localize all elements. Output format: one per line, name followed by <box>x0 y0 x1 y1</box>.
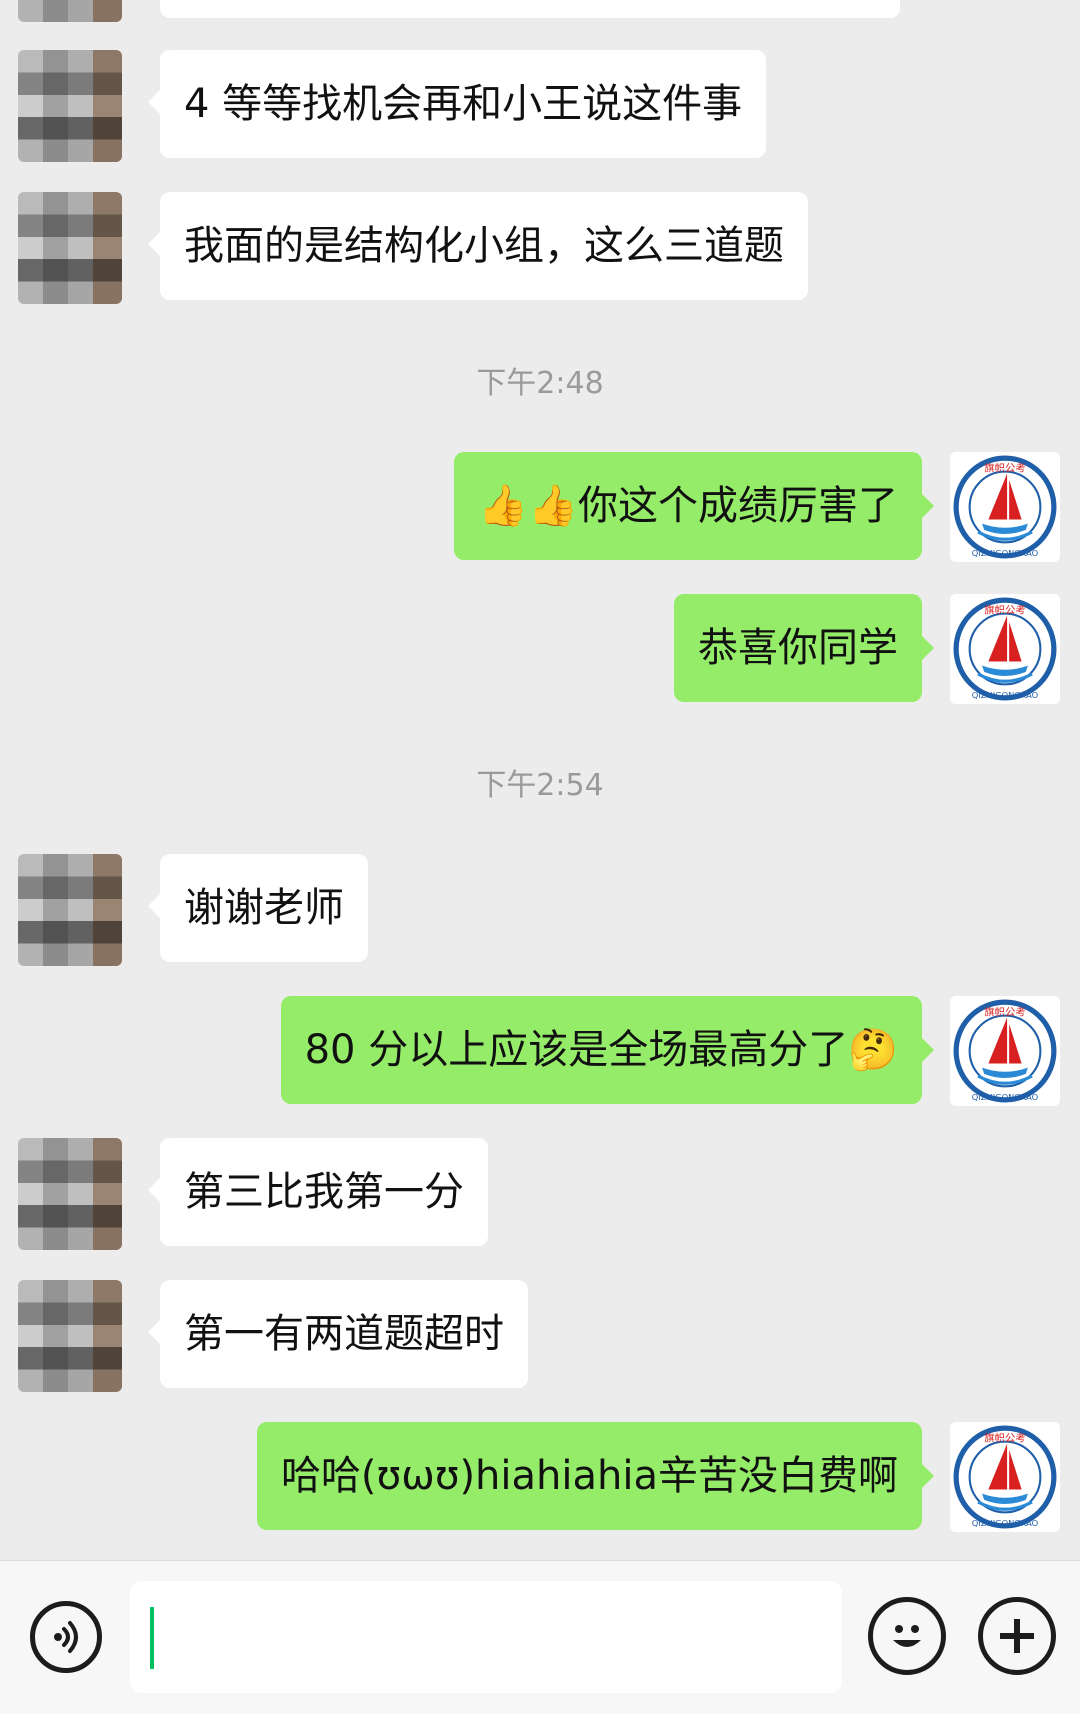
message-bubble <box>160 0 900 18</box>
self-avatar[interactable]: 旗帜公考 QIZHIGONGKAO <box>950 1422 1060 1532</box>
message-bubble[interactable]: 谢谢老师 <box>148 854 368 962</box>
contact-avatar[interactable] <box>18 192 122 304</box>
brand-logo: 旗帜公考 QIZHIGONGKAO <box>950 594 1060 704</box>
message-bubble[interactable]: 👍👍你这个成绩厉害了 <box>454 452 934 560</box>
voice-icon <box>54 1621 78 1653</box>
message-input[interactable] <box>130 1581 842 1693</box>
svg-text:QIZHIGONGKAO: QIZHIGONGKAO <box>972 1518 1039 1528</box>
logo-icon: 旗帜公考 QIZHIGONGKAO <box>953 455 1057 559</box>
message-bubble[interactable]: 恭喜你同学 <box>674 594 934 702</box>
brand-logo: 旗帜公考 QIZHIGONGKAO <box>950 996 1060 1106</box>
message-bubble[interactable]: 第三比我第一分 <box>148 1138 488 1246</box>
message-bubble[interactable]: 80 分以上应该是全场最高分了🤔 <box>280 996 935 1104</box>
self-avatar[interactable]: 旗帜公考 QIZHIGONGKAO <box>950 452 1060 562</box>
brand-logo: 旗帜公考 QIZHIGONGKAO <box>950 452 1060 562</box>
timestamp: 下午2:48 <box>476 366 604 401</box>
timestamp: 下午2:54 <box>476 768 604 803</box>
svg-text:旗帜公考: 旗帜公考 <box>984 462 1026 475</box>
contact-avatar[interactable] <box>18 50 122 162</box>
brand-logo: 旗帜公考 QIZHIGONGKAO <box>950 1422 1060 1532</box>
emoji-button[interactable] <box>868 1597 946 1675</box>
message-bubble[interactable]: 我面的是结构化小组，这么三道题 <box>148 192 808 300</box>
plus-icon <box>1000 1619 1034 1653</box>
chat-area: 4 等等找机会再和小王说这件事 我面的是结构化小组，这么三道题 下午2:48 👍… <box>0 0 1080 1560</box>
logo-icon: 旗帜公考 QIZHIGONGKAO <box>953 999 1057 1103</box>
logo-icon: 旗帜公考 QIZHIGONGKAO <box>953 597 1057 701</box>
message-bubble[interactable]: 第一有两道题超时 <box>148 1280 528 1388</box>
contact-avatar[interactable] <box>18 0 122 22</box>
voice-button[interactable] <box>30 1601 102 1673</box>
input-bar <box>0 1560 1080 1714</box>
svg-text:旗帜公考: 旗帜公考 <box>984 1432 1026 1445</box>
contact-avatar[interactable] <box>18 854 122 966</box>
self-avatar[interactable]: 旗帜公考 QIZHIGONGKAO <box>950 594 1060 704</box>
svg-text:QIZHIGONGKAO: QIZHIGONGKAO <box>972 690 1039 700</box>
svg-text:旗帜公考: 旗帜公考 <box>984 604 1026 617</box>
contact-avatar[interactable] <box>18 1138 122 1250</box>
emoji-icon <box>893 1625 921 1647</box>
svg-text:旗帜公考: 旗帜公考 <box>984 1006 1026 1019</box>
svg-text:QIZHIGONGKAO: QIZHIGONGKAO <box>972 1092 1039 1102</box>
svg-text:QIZHIGONGKAO: QIZHIGONGKAO <box>972 548 1039 558</box>
plus-button[interactable] <box>978 1597 1056 1675</box>
message-bubble[interactable]: 哈哈(ʊωʊ)hiahiahia辛苦没白费啊 <box>256 1422 935 1530</box>
message-bubble[interactable]: 4 等等找机会再和小王说这件事 <box>147 50 767 158</box>
contact-avatar[interactable] <box>18 1280 122 1392</box>
self-avatar[interactable]: 旗帜公考 QIZHIGONGKAO <box>950 996 1060 1106</box>
text-cursor <box>150 1607 154 1669</box>
logo-icon: 旗帜公考 QIZHIGONGKAO <box>953 1425 1057 1529</box>
